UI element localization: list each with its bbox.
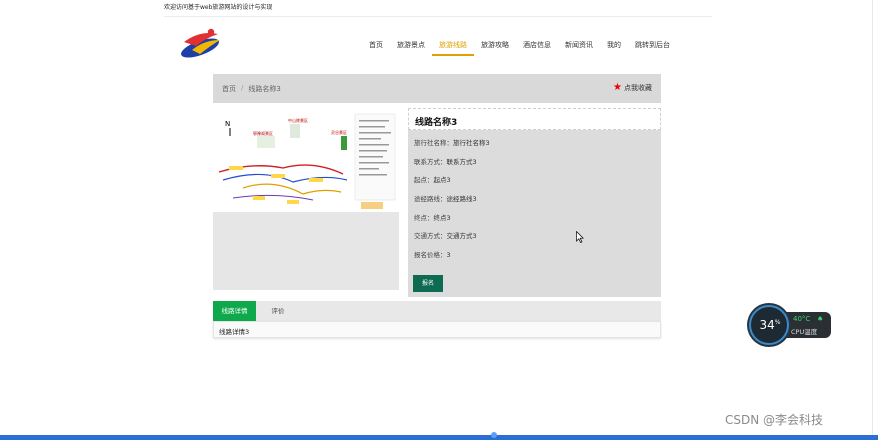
signup-button[interactable]: 报名 xyxy=(413,275,443,292)
star-icon: ★ xyxy=(613,82,622,93)
route-title: 线路名称3 xyxy=(408,108,661,130)
welcome-text: 欢迎访问基于web旅游网站的设计与实现 xyxy=(164,4,273,11)
watermark: CSDN @李会科技 xyxy=(725,413,824,427)
tab-reviews[interactable]: 评价 xyxy=(263,301,293,321)
breadcrumb: 首页 / 线路名称3 xyxy=(222,84,281,94)
progress-knob[interactable] xyxy=(491,432,497,438)
cpu-usage-value: 34 xyxy=(759,318,775,332)
info-row-price: 报名价格：3 xyxy=(414,251,451,260)
cpu-temp-pill: 40°C ♠ CPU温度 xyxy=(785,312,831,338)
breadcrumb-home[interactable]: 首页 xyxy=(222,84,236,94)
info-row-transport: 交通方式：交通方式3 xyxy=(414,232,477,241)
info-row-end: 终点：终点3 xyxy=(414,213,451,222)
nav-home[interactable]: 首页 xyxy=(362,38,390,56)
map-label-2: 中山陵景区 xyxy=(288,117,308,123)
leaf-icon: ♠ xyxy=(817,315,824,323)
cpu-usage-unit: % xyxy=(774,319,781,326)
route-info-list: 旅行社名称：旅行社名称3 联系方式：联系方式3 起点：起点3 途经路线：途经路线… xyxy=(414,137,490,268)
map-label-3: 灵谷景区 xyxy=(331,129,347,135)
favorite-label: 点我收藏 xyxy=(624,84,652,92)
info-row-agency: 旅行社名称：旅行社名称3 xyxy=(414,139,490,147)
route-image-panel: N 鄂豫阁景区 中山陵景区 灵谷景区 xyxy=(213,108,399,290)
cpu-monitor-widget[interactable]: 40°C ♠ CPU温度 34% xyxy=(749,305,831,345)
breadcrumb-separator: / xyxy=(241,84,244,92)
nav-hotels[interactable]: 酒店信息 xyxy=(516,38,558,56)
nav-admin[interactable]: 跳转到后台 xyxy=(628,38,677,56)
nav-guides[interactable]: 旅游攻略 xyxy=(474,38,516,56)
header-divider xyxy=(164,16,712,17)
scrollbar-track[interactable] xyxy=(872,0,873,435)
nav-routes[interactable]: 旅游线路 xyxy=(432,38,474,56)
map-north-label: N xyxy=(225,120,230,128)
cpu-temp-label: CPU温度 xyxy=(791,328,818,336)
map-label-1: 鄂豫阁景区 xyxy=(253,130,273,136)
taskbar-progress xyxy=(0,435,878,440)
mouse-cursor-icon xyxy=(576,231,584,243)
route-info-panel: 线路名称3 旅行社名称：旅行社名称3 联系方式：联系方式3 起点：起点3 途经路… xyxy=(408,108,661,297)
favorite-button[interactable]: ★ 点我收藏 xyxy=(613,83,652,93)
cpu-temp-value: 40°C xyxy=(793,315,811,323)
info-row-contact: 联系方式：联系方式3 xyxy=(414,157,477,166)
info-row-start: 起点：起点3 xyxy=(414,176,451,185)
tab-route-details[interactable]: 线路详情 xyxy=(213,301,256,321)
cpu-usage-gauge: 34% xyxy=(749,305,789,345)
nav-news[interactable]: 新闻资讯 xyxy=(558,38,600,56)
route-map-image: N 鄂豫阁景区 中山陵景区 灵谷景区 xyxy=(213,108,399,212)
breadcrumb-bar: 首页 / 线路名称3 ★ 点我收藏 xyxy=(213,74,661,103)
detail-tabs: 线路详情 评价 xyxy=(213,301,661,321)
nav-attractions[interactable]: 旅游景点 xyxy=(390,38,432,56)
site-logo[interactable] xyxy=(178,24,226,60)
nav-mine[interactable]: 我的 xyxy=(600,38,628,56)
tab-content: 线路详情3 xyxy=(213,321,661,338)
breadcrumb-current: 线路名称3 xyxy=(248,85,281,93)
info-row-via: 途经路线：途经路线3 xyxy=(414,195,477,204)
main-nav: 首页 旅游景点 旅游线路 旅游攻略 酒店信息 新闻资讯 我的 跳转到后台 xyxy=(362,38,677,56)
